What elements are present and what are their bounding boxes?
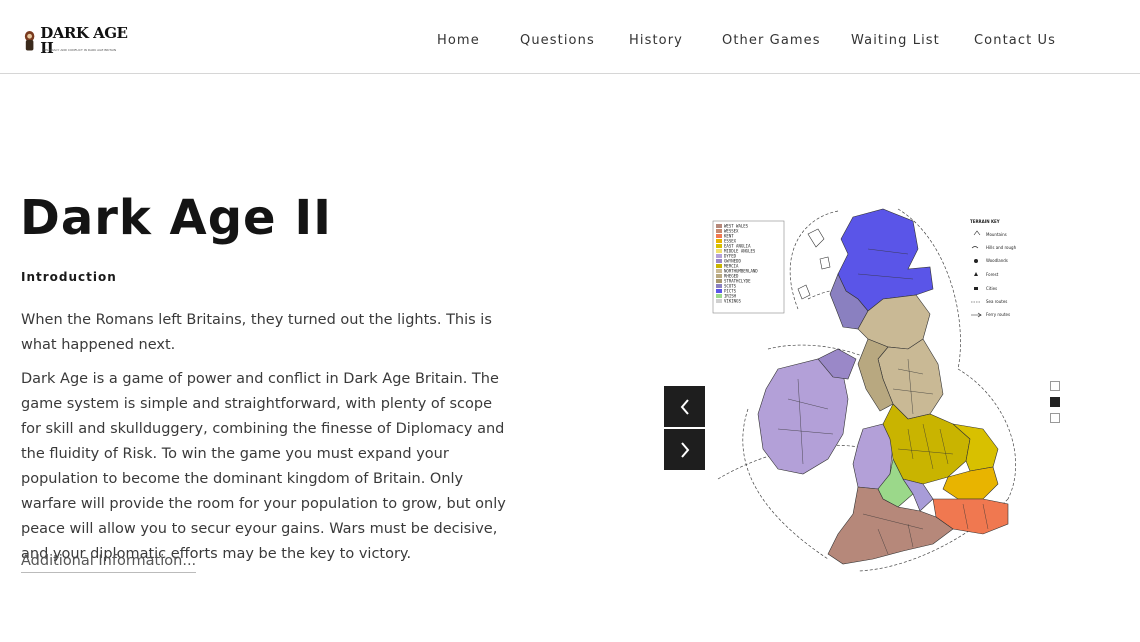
- slider-next-button[interactable]: [664, 429, 705, 470]
- svg-text:Mountains: Mountains: [986, 232, 1007, 237]
- site-header: DARK AGE II DIPLOMACY AND CONFLICT IN DA…: [0, 0, 1140, 74]
- britain-map-image: WEST WALES WESSEX KENT ESSEX EAST ANGLIA…: [712, 208, 1017, 572]
- slider-dot-1[interactable]: [1050, 381, 1060, 391]
- section-label: Introduction: [21, 270, 117, 284]
- additional-information-link[interactable]: Additional Information...: [21, 553, 197, 573]
- slider-dot-2-active[interactable]: [1050, 397, 1060, 407]
- slider-dot-3[interactable]: [1050, 413, 1060, 423]
- image-slider: WEST WALES WESSEX KENT ESSEX EAST ANGLIA…: [664, 195, 1064, 580]
- nav-home[interactable]: Home: [437, 33, 480, 48]
- page-title: Dark Age II: [20, 190, 333, 246]
- svg-text:Sea routes: Sea routes: [986, 299, 1007, 304]
- svg-text:Cities: Cities: [986, 286, 997, 291]
- svg-text:Forest: Forest: [986, 272, 999, 277]
- terrain-key: TERRAIN KEY Mountains Hills and rough Wo…: [970, 219, 1017, 318]
- slider-pagination: [1050, 381, 1060, 429]
- intro-paragraph: When the Romans left Britains, they turn…: [21, 312, 492, 353]
- svg-text:Hills and rough: Hills and rough: [986, 245, 1017, 250]
- svg-text:TERRAIN KEY: TERRAIN KEY: [970, 219, 1000, 224]
- nav-other-games[interactable]: Other Games: [722, 33, 821, 48]
- chevron-right-icon: [680, 441, 689, 458]
- main-navigation: Home Questions History Other Games Waiti…: [0, 33, 1140, 51]
- svg-text:Ferry routes: Ferry routes: [986, 312, 1010, 317]
- chevron-left-icon: [680, 398, 689, 415]
- nav-waiting-list[interactable]: Waiting List: [851, 33, 940, 48]
- nav-questions[interactable]: Questions: [520, 33, 595, 48]
- svg-text:Woodlands: Woodlands: [986, 258, 1008, 263]
- legend-label: VIKINGS: [724, 299, 741, 304]
- nav-history[interactable]: History: [629, 33, 683, 48]
- description-paragraph: Dark Age is a game of power and conflict…: [21, 371, 506, 562]
- nav-contact-us[interactable]: Contact Us: [974, 33, 1056, 48]
- slider-prev-button[interactable]: [664, 386, 705, 427]
